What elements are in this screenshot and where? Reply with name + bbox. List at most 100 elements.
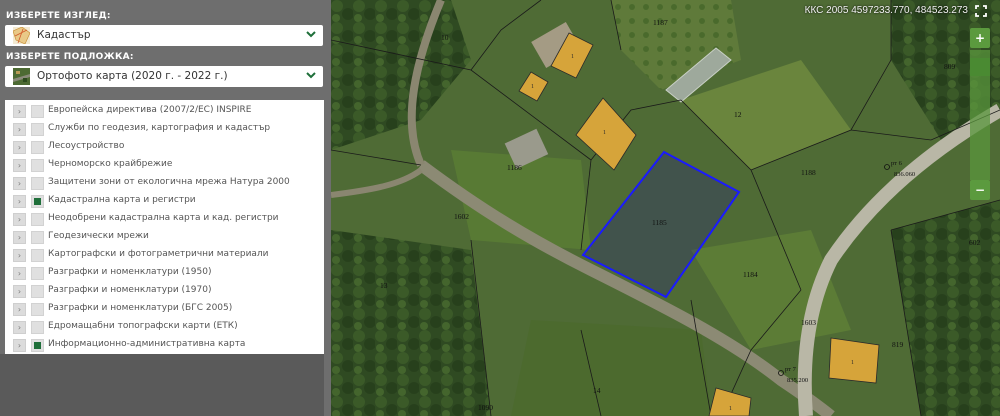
layer-label: Защитени зони от екологична мрежа Натура… <box>48 177 290 187</box>
cadastre-map-icon <box>13 27 30 44</box>
expand-icon[interactable]: › <box>13 213 26 226</box>
layer-item[interactable]: › Кадастрална карта и регистри <box>5 192 324 210</box>
expand-icon[interactable]: › <box>13 267 26 280</box>
layer-label: Геодезически мрежи <box>48 231 149 241</box>
expand-icon[interactable]: › <box>13 231 26 244</box>
layer-item[interactable]: › Едромащабни топографски карти (ЕТК) <box>5 318 324 336</box>
layer-label: Информационно-административна карта <box>48 339 246 349</box>
view-select[interactable]: Кадастър <box>5 25 323 46</box>
svg-text:1: 1 <box>851 360 854 366</box>
expand-icon[interactable]: › <box>13 339 26 352</box>
parcel-number: 809 <box>944 62 956 71</box>
layer-checkbox[interactable] <box>31 105 44 118</box>
layer-checkbox[interactable] <box>31 267 44 280</box>
layer-label: Разграфки и номенклатури (1950) <box>48 267 212 277</box>
parcel-number: 13 <box>380 281 388 290</box>
chevron-down-icon <box>306 31 316 38</box>
layer-label: Картографски и фотограметрични материали <box>48 249 269 259</box>
layer-item[interactable]: › Разграфки и номенклатури (БГС 2005) <box>5 300 324 318</box>
layer-label: Служби по геодезия, картография и кадаст… <box>48 123 271 133</box>
parcel-number: 10 <box>441 33 449 42</box>
zoom-out-button[interactable]: − <box>970 180 990 200</box>
layer-checkbox[interactable] <box>31 249 44 262</box>
layer-checkbox[interactable] <box>31 339 44 352</box>
parcel-number: 819 <box>892 340 904 349</box>
benchmark-value: 836.060 <box>894 171 915 178</box>
layer-item[interactable]: › Лесоустройство <box>5 138 324 156</box>
layer-checkbox[interactable] <box>31 195 44 208</box>
base-select[interactable]: Ортофото карта (2020 г. - 2022 г.) <box>5 66 323 87</box>
view-select-value: Кадастър <box>37 29 91 41</box>
expand-icon[interactable]: › <box>13 321 26 334</box>
svg-text:1: 1 <box>603 130 606 136</box>
layer-item[interactable]: › Разграфки и номенклатури (1950) <box>5 264 324 282</box>
sidebar: ИЗБЕРЕТЕ ИЗГЛЕД: Кадастър ИЗБЕРЕТЕ ПОДЛО… <box>0 0 331 416</box>
layer-checkbox[interactable] <box>31 321 44 334</box>
layer-label: Кадастрална карта и регистри <box>48 195 196 205</box>
layer-checkbox[interactable] <box>31 141 44 154</box>
layer-checkbox[interactable] <box>31 123 44 136</box>
base-select-value: Ортофото карта (2020 г. - 2022 г.) <box>37 70 228 82</box>
expand-icon[interactable]: › <box>13 105 26 118</box>
parcel-number: 1188 <box>801 168 816 177</box>
layer-label: Разграфки и номенклатури (БГС 2005) <box>48 303 233 313</box>
layer-checkbox[interactable] <box>31 231 44 244</box>
layer-item[interactable]: › Информационно-административна карта <box>5 336 324 354</box>
parcel-number: 1090 <box>478 403 493 412</box>
parcel-number: 1186 <box>507 163 522 172</box>
svg-text:1: 1 <box>571 54 574 60</box>
parcel-number: 1184 <box>743 270 758 279</box>
layer-label: Неодобрени кадастрална карта и кад. реги… <box>48 213 279 223</box>
layer-item[interactable]: › Черноморско крайбрежие <box>5 156 324 174</box>
expand-icon[interactable]: › <box>13 123 26 136</box>
svg-text:1: 1 <box>531 84 534 90</box>
layer-label: Едромащабни топографски карти (ЕТК) <box>48 321 238 331</box>
expand-icon[interactable]: › <box>13 159 26 172</box>
view-select-label: ИЗБЕРЕТЕ ИЗГЛЕД: <box>6 11 111 21</box>
map-canvas[interactable]: 1 1 1 1 1 1187 10 12 1188 809 1186 1602 … <box>331 0 1000 416</box>
zoom-in-button[interactable]: + <box>970 28 990 48</box>
parcel-number: 1187 <box>653 18 668 27</box>
svg-text:1: 1 <box>729 406 732 412</box>
layer-checkbox[interactable] <box>31 213 44 226</box>
layer-item[interactable]: › Защитени зони от екологична мрежа Натур… <box>5 174 324 192</box>
fullscreen-icon[interactable] <box>974 4 988 18</box>
coordinate-readout: ККС 2005 4597233.770, 484523.273 <box>804 5 968 16</box>
expand-icon[interactable]: › <box>13 195 26 208</box>
expand-icon[interactable]: › <box>13 303 26 316</box>
layer-item[interactable]: › Картографски и фотограметрични материал… <box>5 246 324 264</box>
layer-label: Разграфки и номенклатури (1970) <box>48 285 212 295</box>
parcel-number: 1602 <box>454 212 469 221</box>
benchmark-value: 835.200 <box>787 377 808 384</box>
layer-checkbox[interactable] <box>31 303 44 316</box>
layer-label: Черноморско крайбрежие <box>48 159 173 169</box>
base-select-label: ИЗБЕРЕТЕ ПОДЛОЖКА: <box>6 52 134 62</box>
parcel-number: 1603 <box>801 318 816 327</box>
layer-item[interactable]: › Геодезически мрежи <box>5 228 324 246</box>
expand-icon[interactable]: › <box>13 141 26 154</box>
expand-icon[interactable]: › <box>13 285 26 298</box>
layer-item[interactable]: › Служби по геодезия, картография и кадас… <box>5 120 324 138</box>
layer-tree: › Европейска директива (2007/2/ЕС) INSPIR… <box>5 100 324 354</box>
benchmark-id: рт 6 <box>891 160 903 167</box>
layer-checkbox[interactable] <box>31 177 44 190</box>
zoom-slider-handle[interactable] <box>970 58 990 76</box>
sidebar-footer <box>0 354 324 416</box>
layer-item[interactable]: › Неодобрени кадастрална карта и кад. рег… <box>5 210 324 228</box>
layer-item[interactable]: › Разграфки и номенклатури (1970) <box>5 282 324 300</box>
orthophoto-layer: 1 1 1 1 1 1187 10 12 1188 809 1186 1602 … <box>331 0 1000 416</box>
chevron-down-icon <box>306 72 316 79</box>
expand-icon[interactable]: › <box>13 177 26 190</box>
layer-checkbox[interactable] <box>31 285 44 298</box>
benchmark-id: рт 7 <box>785 366 797 373</box>
orthophoto-icon <box>13 68 30 85</box>
layer-checkbox[interactable] <box>31 159 44 172</box>
layer-label: Европейска директива (2007/2/ЕС) INSPIRE <box>48 105 252 115</box>
layer-label: Лесоустройство <box>48 141 125 151</box>
layer-item[interactable]: › Европейска директива (2007/2/ЕС) INSPIR… <box>5 102 324 120</box>
parcel-number: 12 <box>734 110 742 119</box>
expand-icon[interactable]: › <box>13 249 26 262</box>
parcel-number: 14 <box>593 386 601 395</box>
parcel-number: 602 <box>969 238 981 247</box>
parcel-number: 1185 <box>652 218 667 227</box>
